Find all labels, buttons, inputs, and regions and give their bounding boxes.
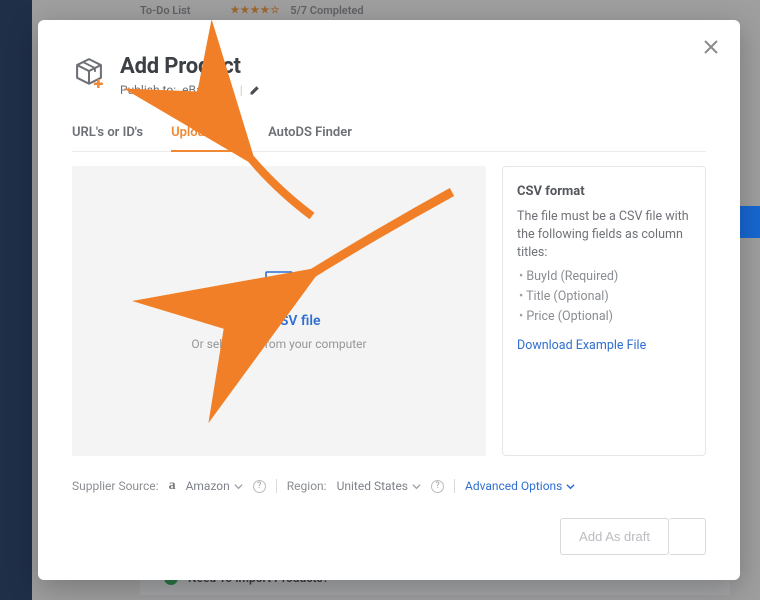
help-icon[interactable]: ? xyxy=(431,480,444,493)
supplier-source-label: Supplier Source: xyxy=(72,479,159,493)
download-example-link[interactable]: Download Example File xyxy=(517,337,691,355)
package-plus-icon xyxy=(72,54,106,88)
publish-to-row: Publish to: eBay USA | xyxy=(120,83,261,97)
divider xyxy=(276,479,277,493)
supplier-source-select[interactable]: Amazon xyxy=(186,479,243,493)
tab-autods-finder[interactable]: AutoDS Finder xyxy=(268,119,352,151)
modal-title: Add Product xyxy=(120,54,261,79)
tab-bar: URL's or ID's Upload CSV AutoDS Finder xyxy=(72,119,706,152)
region-label: Region: xyxy=(287,479,327,493)
close-button[interactable] xyxy=(702,38,720,56)
csv-format-desc: The file must be a CSV file with the fol… xyxy=(517,208,691,262)
region-select[interactable]: United States xyxy=(337,479,421,493)
amazon-logo-icon: a xyxy=(169,478,176,494)
csv-drop-zone[interactable]: Drop CSV file Or select file from your c… xyxy=(72,166,486,456)
publish-target: eBay USA xyxy=(182,83,234,97)
publish-label: Publish to: xyxy=(120,83,176,97)
add-as-draft-split-button[interactable] xyxy=(669,518,706,555)
csv-field-item: Price (Optional) xyxy=(519,308,691,326)
modal-body: Drop CSV file Or select file from your c… xyxy=(72,166,706,456)
divider xyxy=(454,479,455,493)
annotation-arrow-2 xyxy=(282,186,462,306)
help-icon[interactable]: ? xyxy=(253,480,266,493)
supplier-source-value: Amazon xyxy=(186,479,230,493)
csv-field-item: BuyId (Required) xyxy=(519,268,691,286)
chevron-down-icon xyxy=(234,482,243,491)
region-value: United States xyxy=(337,479,408,493)
advanced-options-label: Advanced Options xyxy=(465,479,562,493)
separator: | xyxy=(240,83,243,97)
close-icon xyxy=(702,38,720,56)
tab-upload-csv[interactable]: Upload CSV xyxy=(171,119,240,152)
add-as-draft-button[interactable]: Add As draft xyxy=(560,518,669,555)
modal-footer: Supplier Source: a Amazon ? Region: Unit… xyxy=(72,478,706,494)
csv-fields-list: BuyId (Required) Title (Optional) Price … xyxy=(519,268,691,326)
advanced-options-link[interactable]: Advanced Options xyxy=(465,479,575,493)
csv-field-item: Title (Optional) xyxy=(519,288,691,306)
edit-icon[interactable] xyxy=(249,84,261,96)
add-product-modal: Add Product Publish to: eBay USA | URL's… xyxy=(38,20,740,580)
file-lines-icon xyxy=(265,271,293,305)
tab-urls-ids[interactable]: URL's or ID's xyxy=(72,119,143,151)
drop-title: Drop CSV file xyxy=(237,313,320,329)
csv-format-panel: CSV format The file must be a CSV file w… xyxy=(502,166,706,456)
modal-header: Add Product Publish to: eBay USA | xyxy=(72,54,706,97)
chevron-down-icon xyxy=(566,482,575,491)
modal-actions: Add As draft xyxy=(72,518,706,555)
drop-subtitle: Or select file from your computer xyxy=(191,337,366,351)
csv-format-heading: CSV format xyxy=(517,183,691,202)
bg-right-blue-tab xyxy=(740,206,760,238)
chevron-down-icon xyxy=(412,482,421,491)
modal-titles: Add Product Publish to: eBay USA | xyxy=(120,54,261,97)
